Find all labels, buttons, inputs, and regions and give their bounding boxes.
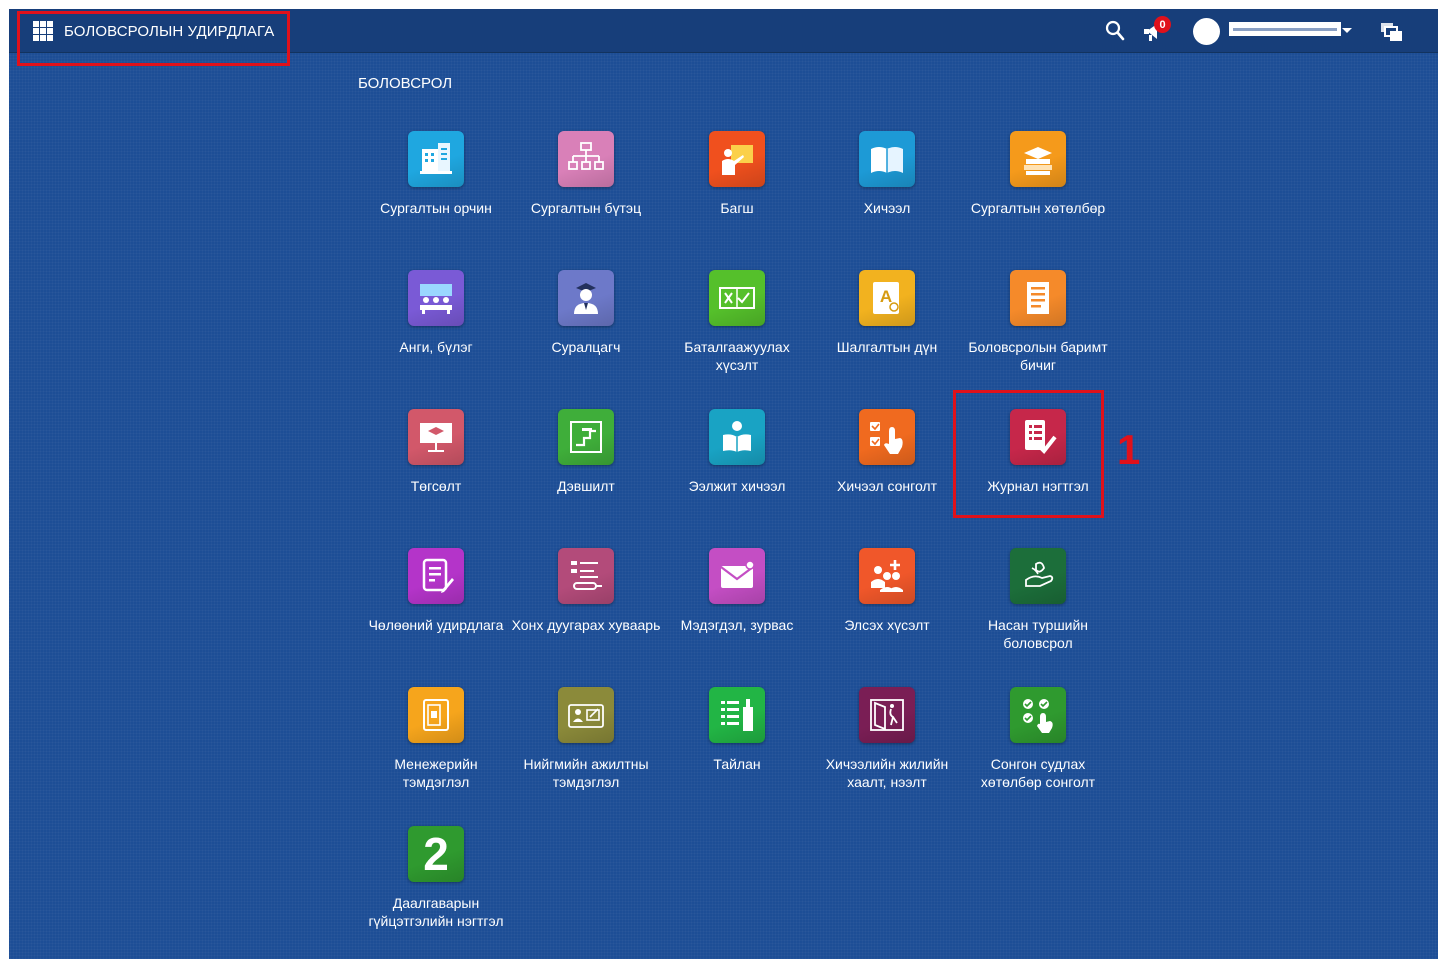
tile-label: Сургалтын бүтэц [530,200,642,216]
app-tile[interactable]: Тайлан [662,687,812,773]
app-tile[interactable]: Дэвшилт [511,409,661,495]
app-tile[interactable]: A Шалгалтын дүн [812,270,962,356]
app-tile[interactable]: Сургалтын хөтөлбөр [963,131,1113,217]
app-tile[interactable]: Мэдэгдэл, зурвас [662,548,812,634]
tile-label: Чөлөөний удирдлага [368,617,504,633]
promotion-icon [558,409,614,465]
approval-icon [709,270,765,326]
leave-form-icon [408,548,464,604]
tile-label: Анги, бүлэг [399,339,473,355]
top-bar: БОЛОВСРОЛЫН УДИРДЛАГА 0 [9,9,1438,53]
tile-label: Баталгаажуулах хүсэлт [684,339,790,373]
exam-grade-icon: A [859,270,915,326]
building-icon [408,131,464,187]
tile-label: Шалгалтын дүн [836,339,938,355]
tile-label: Хичээл сонголт [836,478,938,494]
tile-label: Элсэх хүсэлт [844,617,930,633]
student-icon [558,270,614,326]
chevron-down-icon[interactable] [1342,28,1352,33]
app-tile[interactable]: Баталгаажуулах хүсэлт [662,270,812,374]
app-tile[interactable]: Багш [662,131,812,217]
tile-label: Ээлжит хичээл [688,478,786,494]
app-tile[interactable]: 2 Даалгаварын гүйцэтгэлийн нэгтгэл [361,826,511,930]
app-tile[interactable]: Сонгон судлах хөтөлбөр сонголт [963,687,1113,791]
number-two-icon: 2 [408,826,464,882]
report-icon [709,687,765,743]
tile-label: Даалгаварын гүйцэтгэлийн нэгтгэл [368,895,504,929]
book-icon [859,131,915,187]
tile-label: Тайлан [713,756,761,772]
tile-label: Хичээл [863,200,911,216]
windows-stack-icon[interactable] [1380,22,1404,42]
graduation-icon [408,409,464,465]
tile-label: Сургалтын орчин [380,200,492,216]
app-tile[interactable]: Хичээл [812,131,962,217]
app-tile[interactable]: Сургалтын бүтэц [511,131,661,217]
document-icon [1010,270,1066,326]
app-tile[interactable]: Журнал нэгтгэл [963,409,1113,495]
app-title: БОЛОВСРОЛЫН УДИРДЛАГА [64,22,275,40]
classroom-icon [408,270,464,326]
section-title: БОЛОВСРОЛ [358,75,453,92]
app-tile[interactable]: Хонх дуугарах хуваарь [511,548,661,634]
envelope-icon [709,548,765,604]
tile-label: Дэвшилт [557,478,615,494]
user-name-redacted[interactable] [1229,22,1341,36]
tile-label: Насан туршийн боловсрол [987,617,1089,651]
door-icon [859,687,915,743]
app-tile[interactable]: Чөлөөний удирдлага [361,548,511,634]
app-tile[interactable]: Сургалтын орчин [361,131,511,217]
tile-label: Мэдэгдэл, зурвас [680,617,794,633]
tile-label: Суралцагч [551,339,621,355]
app-tile[interactable]: Элсэх хүсэлт [812,548,962,634]
elective-check-icon [1010,687,1066,743]
bell-schedule-icon [558,548,614,604]
teacher-icon [709,131,765,187]
svg-text:A: A [880,287,892,306]
app-menu-button[interactable]: БОЛОВСРОЛЫН УДИРДЛАГА [33,20,274,42]
search-icon[interactable] [1105,20,1125,42]
redaction-mark [1233,28,1337,31]
tile-label: Төгсөлт [410,478,462,494]
reader-icon [709,409,765,465]
app-tile[interactable]: Төгсөлт [361,409,511,495]
avatar[interactable] [1193,18,1220,45]
tile-label: Багш [720,200,754,216]
course-selection-icon [859,409,915,465]
tile-label: Хичээлийн жилийн хаалт, нээлт [825,756,949,790]
app-tile[interactable]: Ээлжит хичээл [662,409,812,495]
app-tile[interactable]: Хичээлийн жилийн хаалт, нээлт [812,687,962,791]
journal-check-icon [1010,409,1066,465]
app-tile[interactable]: Боловсролын баримт бичиг [963,270,1113,374]
notification-badge: 0 [1154,16,1171,33]
org-chart-icon [558,131,614,187]
tile-label: Сургалтын хөтөлбөр [970,200,1106,216]
annotation-step-number: 1 [1117,426,1141,473]
enrollment-icon [859,548,915,604]
tile-label: Журнал нэгтгэл [987,478,1089,494]
manager-note-icon [408,687,464,743]
book-stack-icon [1010,131,1066,187]
tile-label: Сонгон судлах хөтөлбөр сонголт [980,756,1096,790]
lifelong-learning-icon [1010,548,1066,604]
tile-glyph: 2 [423,828,449,880]
app-grid-icon [33,21,53,41]
app-tile[interactable]: Анги, бүлэг [361,270,511,356]
tile-label: Нийгмийн ажилтны тэмдэглэл [523,756,649,790]
tile-label: Менежерийн тэмдэглэл [394,756,478,790]
app-tile[interactable]: Нийгмийн ажилтны тэмдэглэл [511,687,661,791]
social-worker-icon [558,687,614,743]
app-tile[interactable]: Менежерийн тэмдэглэл [361,687,511,791]
tile-label: Боловсролын баримт бичиг [968,339,1108,373]
app-tile[interactable]: Хичээл сонголт [812,409,962,495]
app-tile[interactable]: Суралцагч [511,270,661,356]
app-tile[interactable]: Насан туршийн боловсрол [963,548,1113,652]
app-window: БОЛОВСРОЛЫН УДИРДЛАГА 0 БОЛОВСРОЛ Сургал… [9,9,1438,959]
tile-label: Хонх дуугарах хуваарь [511,617,661,633]
